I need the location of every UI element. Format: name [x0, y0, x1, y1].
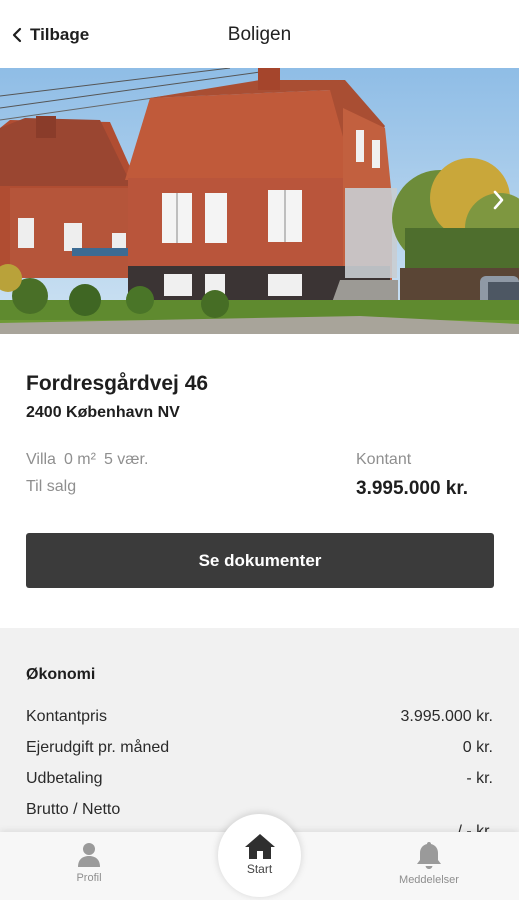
- page-title: Boligen: [227, 24, 292, 45]
- listing-status: Til salg: [26, 478, 77, 495]
- economy-title: Økonomi: [26, 666, 96, 683]
- tab-messages-label: Meddelelser: [399, 874, 459, 886]
- listing-meta: Villa 0 m² 5 vær. Til salg: [26, 446, 156, 500]
- economy-row-value: 0 kr.: [462, 739, 493, 756]
- tab-start-label: Start: [246, 862, 273, 876]
- property-photo[interactable]: [0, 68, 519, 334]
- property-area: 0 m²: [63, 451, 96, 468]
- economy-row-value: - kr.: [466, 770, 493, 787]
- person-icon: [34, 840, 144, 868]
- price-block: Kontant 3.995.000 kr.: [356, 446, 468, 502]
- price-label: Kontant: [356, 451, 412, 468]
- listing-price: 3.995.000 kr.: [356, 478, 468, 499]
- economy-row-label: Kontantpris: [26, 708, 107, 725]
- listing-city: 2400 København NV: [26, 404, 180, 421]
- listing-info: Fordresgårdvej 46 2400 København NV Vill…: [0, 334, 519, 628]
- economy-row-label: Udbetaling: [26, 770, 103, 787]
- tab-start[interactable]: Start: [218, 814, 301, 897]
- bell-icon: [374, 840, 484, 870]
- tab-messages[interactable]: Meddelelser: [374, 840, 484, 896]
- property-type: Villa: [26, 451, 56, 468]
- chevron-right-icon[interactable]: [487, 186, 509, 214]
- top-nav-bar: Tilbage Boligen: [0, 0, 519, 68]
- home-icon: [218, 832, 301, 860]
- economy-row-label: Brutto / Netto: [26, 801, 121, 818]
- tab-profile[interactable]: Profil: [34, 840, 144, 896]
- economy-row: Kontantpris 3.995.000 kr.: [26, 708, 493, 732]
- property-rooms: 5 vær.: [103, 451, 149, 468]
- tab-profile-label: Profil: [76, 872, 102, 884]
- listing-address: Fordresgårdvej 46: [26, 372, 209, 395]
- economy-row: Ejerudgift pr. måned 0 kr.: [26, 739, 493, 763]
- economy-row: Udbetaling - kr.: [26, 770, 493, 794]
- see-documents-button[interactable]: Se dokumenter: [26, 533, 494, 588]
- economy-row-label: Ejerudgift pr. måned: [26, 739, 170, 756]
- economy-row-value: 3.995.000 kr.: [400, 708, 493, 725]
